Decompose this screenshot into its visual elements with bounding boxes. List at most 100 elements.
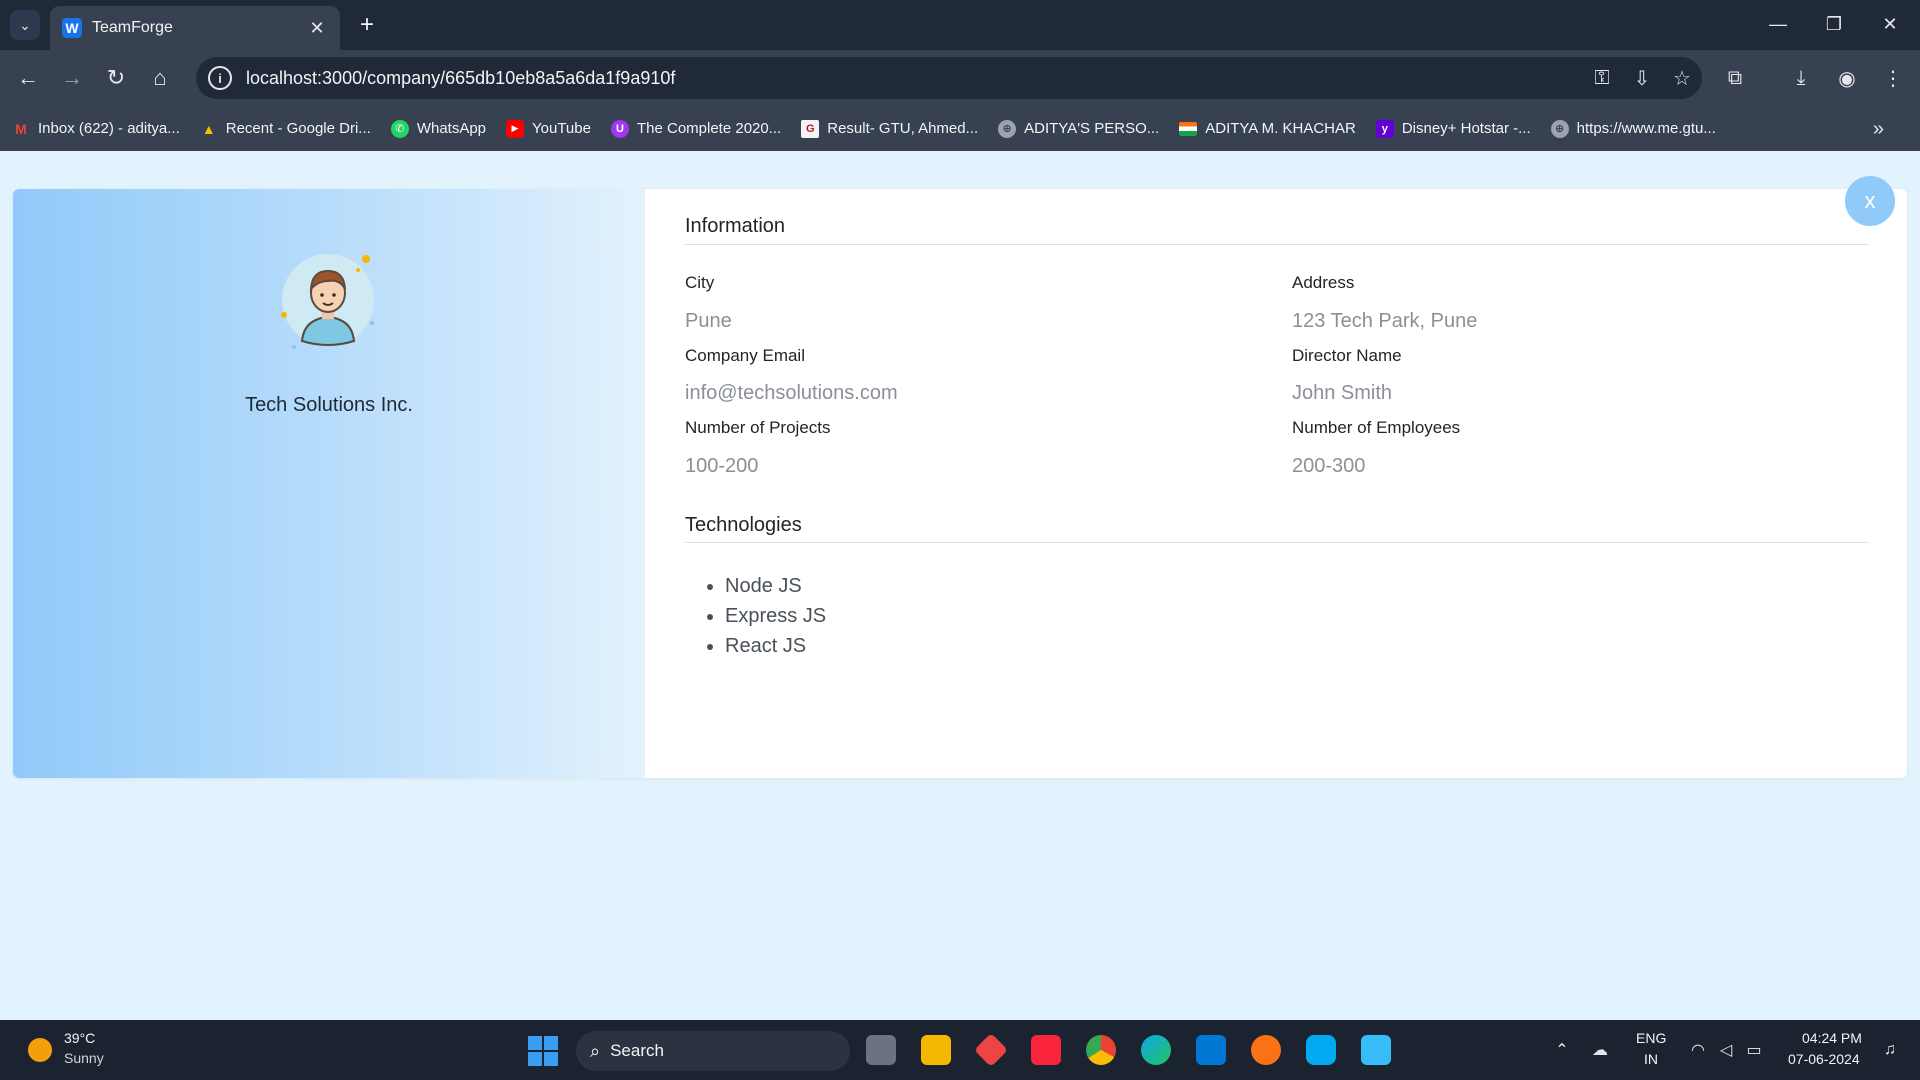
tab-title: TeamForge	[92, 19, 173, 36]
profile-avatar-icon[interactable]: ◉	[1830, 62, 1864, 94]
company-avatar-icon	[281, 254, 374, 349]
bookmark-item[interactable]: ⊕ ADITYA'S PERSO...	[998, 119, 1159, 138]
gtu-logo-icon: G	[801, 119, 820, 138]
company-name: Tech Solutions Inc.	[245, 394, 413, 416]
google-drive-icon: ▲	[201, 120, 216, 137]
close-button[interactable]: x	[1845, 176, 1895, 226]
clock-date[interactable]: 07-06-2024	[1788, 1051, 1860, 1067]
extensions-icon[interactable]: ⧉	[1718, 62, 1752, 94]
technology-item: Node JS	[725, 571, 826, 601]
company-email-value: info@techsolutions.com	[685, 382, 898, 404]
region-indicator[interactable]: IN	[1644, 1051, 1658, 1067]
bookmark-star-icon[interactable]: ☆	[1662, 66, 1702, 91]
url-text[interactable]: localhost:3000/company/665db10eb8a5a6da1…	[246, 68, 1582, 89]
technology-item: React JS	[725, 631, 826, 661]
information-divider	[685, 244, 1869, 245]
close-window-button[interactable]: ✕	[1868, 6, 1912, 42]
file-explorer-icon[interactable]	[921, 1035, 951, 1065]
bookmarks-bar: M Inbox (622) - aditya... ▲ Recent - Googl…	[0, 106, 1920, 151]
chevron-down-icon: ⌄	[19, 16, 31, 33]
teamforge-favicon-icon: W	[62, 18, 82, 38]
technologies-heading: Technologies	[685, 514, 802, 536]
skype-icon[interactable]	[1306, 1035, 1336, 1065]
taskbar-search[interactable]: ⌕ Search	[576, 1031, 850, 1071]
number-of-employees-value: 200-300	[1292, 455, 1366, 477]
search-icon: ⌕	[590, 1040, 601, 1061]
site-info-icon[interactable]: i	[208, 66, 232, 90]
browser-toolbar: ← → ↻ ⌂ i localhost:3000/company/665db10…	[0, 50, 1920, 106]
bookmark-item[interactable]: U The Complete 2020...	[610, 119, 781, 138]
reload-button[interactable]: ↻	[100, 62, 132, 94]
notification-bell-icon[interactable]: ♫	[1876, 1020, 1904, 1080]
bookmark-item[interactable]: G Result- GTU, Ahmed...	[801, 119, 978, 138]
director-name-value: John Smith	[1292, 382, 1393, 404]
bookmark-item[interactable]: M Inbox (622) - aditya...	[12, 120, 180, 138]
number-of-projects-label: Number of Projects	[685, 418, 831, 437]
sun-weather-icon[interactable]	[28, 1038, 52, 1062]
browser-tab[interactable]: W TeamForge ✕	[50, 6, 340, 50]
battery-icon[interactable]: ▭	[1740, 1020, 1768, 1080]
search-label: Search	[610, 1041, 664, 1060]
bookmark-item[interactable]: ADITYA M. KHACHAR	[1179, 120, 1356, 137]
director-name-label: Director Name	[1292, 346, 1402, 365]
postman-icon[interactable]	[1251, 1035, 1281, 1065]
install-app-icon[interactable]: ⇩	[1622, 66, 1662, 91]
new-tab-button[interactable]: +	[352, 10, 382, 40]
weather-description[interactable]: Sunny	[64, 1050, 104, 1066]
yahoo-icon: y	[1375, 119, 1394, 138]
bookmark-item[interactable]: ⊕ https://www.me.gtu...	[1550, 119, 1716, 138]
whatsapp-icon: ✆	[390, 119, 409, 138]
restore-window-button[interactable]: ❐	[1812, 6, 1856, 42]
technologies-list: Node JS Express JS React JS	[725, 571, 826, 661]
technologies-divider	[685, 542, 1869, 543]
windows-start-icon[interactable]	[528, 1036, 558, 1066]
number-of-projects-value: 100-200	[685, 455, 759, 477]
clock-time[interactable]: 04:24 PM	[1802, 1030, 1862, 1046]
bookmark-item[interactable]: ▲ Recent - Google Dri...	[200, 120, 371, 138]
weather-temperature[interactable]: 39°C	[64, 1030, 95, 1046]
page-content: Tech Solutions Inc. Information City Pun…	[0, 151, 1920, 1020]
company-card: Tech Solutions Inc. Information City Pun…	[13, 189, 1907, 778]
address-bar[interactable]: i localhost:3000/company/665db10eb8a5a6d…	[196, 57, 1702, 99]
windows-taskbar: 39°C Sunny ⌕ Search ⌃ ☁ ENG IN ◠ ◁ ▭ 04:…	[0, 1020, 1920, 1080]
tab-search-button[interactable]: ⌄	[10, 10, 40, 40]
technology-item: Express JS	[725, 601, 826, 631]
more-bookmarks-icon[interactable]: »	[1873, 118, 1884, 141]
globe-icon: ⊕	[1550, 119, 1569, 138]
address-label: Address	[1292, 273, 1355, 292]
show-hidden-icons-icon[interactable]: ⌃	[1548, 1020, 1576, 1080]
bookmark-item[interactable]: ✆ WhatsApp	[390, 119, 486, 138]
company-profile-panel: Tech Solutions Inc.	[13, 189, 645, 778]
edge-icon[interactable]	[1141, 1035, 1171, 1065]
volume-icon[interactable]: ◁	[1712, 1020, 1740, 1080]
bookmark-item[interactable]: y Disney+ Hotstar -...	[1375, 119, 1531, 138]
notepad-icon[interactable]	[1361, 1035, 1391, 1065]
minimize-window-button[interactable]: —	[1756, 6, 1800, 42]
language-indicator[interactable]: ENG	[1636, 1030, 1666, 1046]
more-menu-icon[interactable]: ⋮	[1876, 62, 1910, 94]
number-of-employees-label: Number of Employees	[1292, 418, 1461, 437]
onedrive-icon[interactable]: ☁	[1586, 1020, 1614, 1080]
close-tab-icon[interactable]: ✕	[306, 18, 328, 39]
downloads-icon[interactable]: ⤓	[1784, 62, 1818, 94]
password-key-icon[interactable]: ⚿	[1582, 67, 1622, 90]
address-value: 123 Tech Park, Pune	[1292, 310, 1478, 332]
music-app-icon[interactable]	[1031, 1035, 1061, 1065]
chrome-icon[interactable]	[1086, 1035, 1116, 1065]
company-email-label: Company Email	[685, 346, 805, 365]
globe-icon: ⊕	[998, 119, 1017, 138]
youtube-icon: ▶	[506, 119, 525, 138]
city-value: Pune	[685, 310, 732, 332]
udemy-icon: U	[610, 119, 629, 138]
bookmark-item[interactable]: ▶ YouTube	[506, 119, 591, 138]
git-app-icon[interactable]	[974, 1033, 1008, 1067]
information-heading: Information	[685, 215, 786, 237]
task-view-icon[interactable]	[866, 1035, 896, 1065]
home-button[interactable]: ⌂	[144, 62, 176, 94]
vscode-icon[interactable]	[1196, 1035, 1226, 1065]
city-label: City	[685, 273, 715, 292]
back-button[interactable]: ←	[12, 62, 44, 94]
gmail-icon: M	[15, 120, 27, 137]
wifi-icon[interactable]: ◠	[1684, 1020, 1712, 1080]
forward-button[interactable]: →	[56, 62, 88, 94]
